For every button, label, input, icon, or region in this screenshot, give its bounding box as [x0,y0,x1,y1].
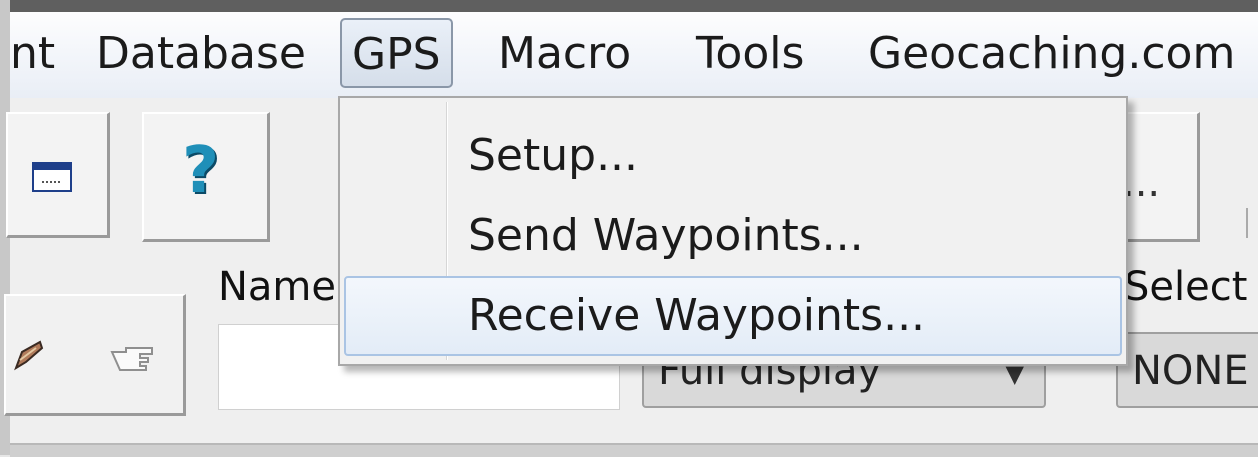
select-value: NONE [1132,348,1249,394]
name-label: Name [218,264,337,310]
question-mark-icon: ? [182,134,220,208]
menu-item-receive-waypoints-label: Receive Waypoints... [468,290,926,341]
pencil-icon [14,340,44,371]
menu-item-edit-partial[interactable]: nt [10,22,55,86]
select-combo[interactable]: NONE [1116,332,1258,408]
menu-item-send-waypoints-label: Send Waypoints... [468,210,864,261]
window-top-border [0,0,1258,12]
menu-item-setup[interactable]: Setup... [344,116,1122,196]
menu-item-gps[interactable]: GPS [340,18,453,88]
edit-point-buttons[interactable] [4,294,186,416]
toolbar-button-window[interactable] [6,112,110,238]
menu-item-macro[interactable]: Macro [498,22,631,86]
menu-item-geocaching-com[interactable]: Geocaching.com [868,22,1235,86]
gps-dropdown-menu: Setup... Send Waypoints... Receive Waypo… [338,96,1128,366]
pointing-hand-icon [110,347,153,371]
menu-item-tools[interactable]: Tools [696,22,804,86]
menu-item-receive-waypoints[interactable]: Receive Waypoints... [344,276,1122,356]
menu-item-setup-label: Setup... [468,130,639,181]
menu-item-send-waypoints[interactable]: Send Waypoints... [344,196,1122,276]
select-label: Select [1124,264,1248,310]
menu-bar: nt Database GPS Macro Tools Geocaching.c… [10,12,1258,98]
menu-item-database[interactable]: Database [96,22,306,86]
toolbar-separator [1246,208,1258,238]
help-button[interactable]: ? [142,112,270,242]
window-icon [32,162,72,192]
